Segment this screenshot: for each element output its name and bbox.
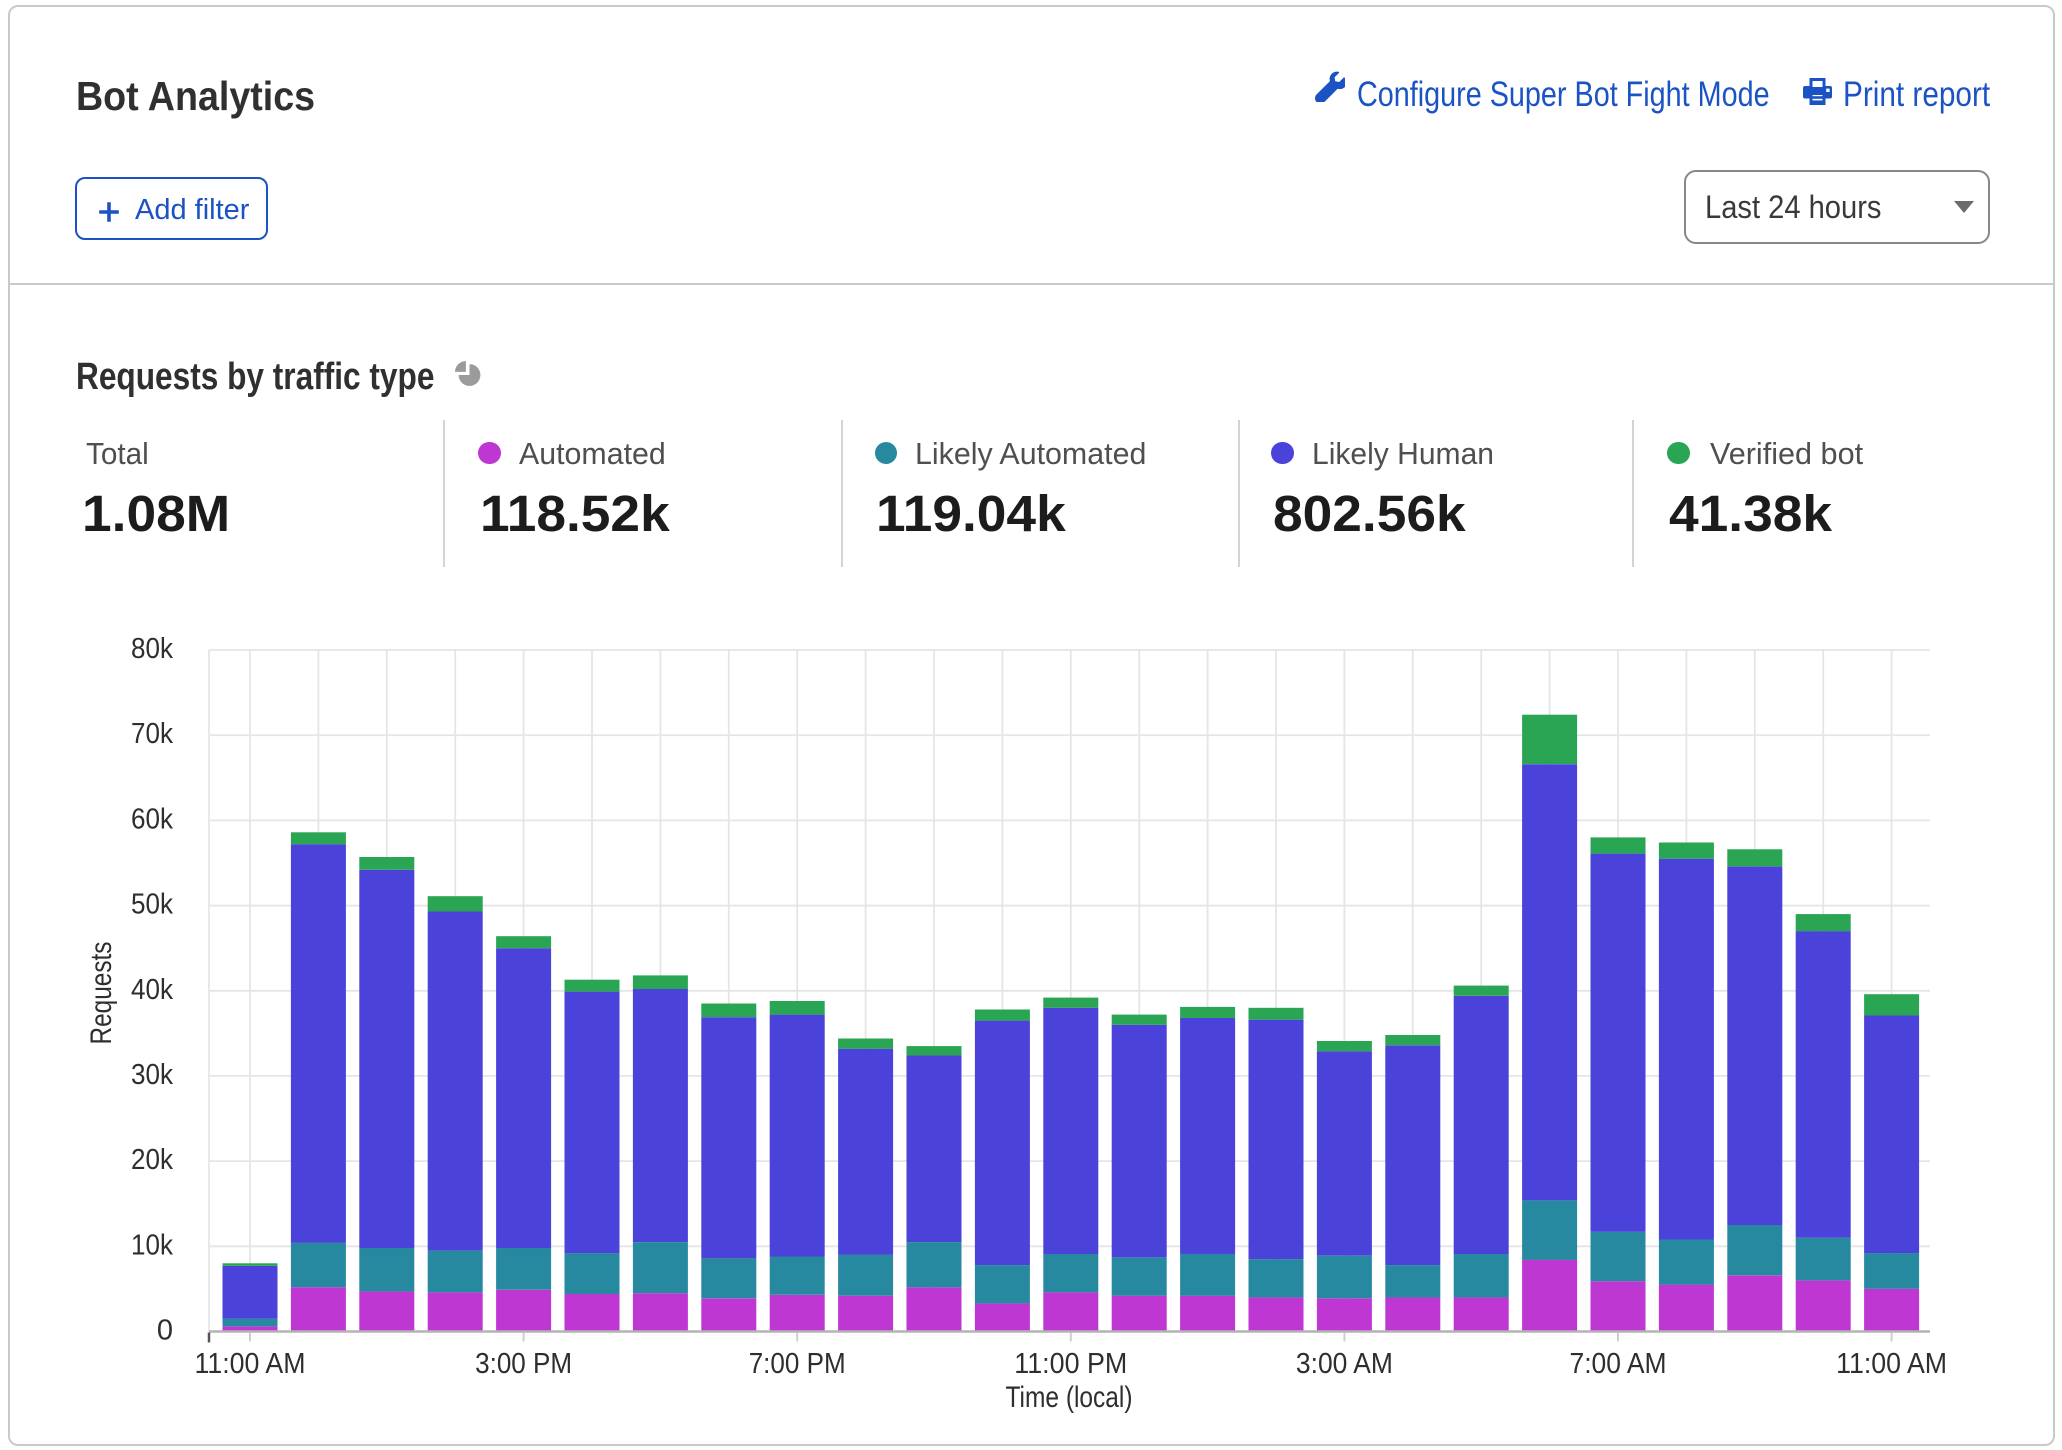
svg-text:0: 0 bbox=[157, 1315, 173, 1347]
svg-text:40k: 40k bbox=[131, 974, 173, 1006]
svg-text:3:00 PM: 3:00 PM bbox=[475, 1348, 572, 1380]
svg-text:80k: 80k bbox=[131, 633, 173, 665]
svg-text:7:00 PM: 7:00 PM bbox=[749, 1348, 846, 1380]
svg-text:11:00 AM: 11:00 AM bbox=[1836, 1348, 1947, 1380]
svg-text:11:00 PM: 11:00 PM bbox=[1014, 1348, 1127, 1380]
svg-text:Requests: Requests bbox=[85, 942, 118, 1045]
svg-text:60k: 60k bbox=[131, 803, 173, 835]
svg-text:50k: 50k bbox=[131, 889, 173, 921]
svg-text:20k: 20k bbox=[131, 1144, 173, 1176]
svg-text:7:00 AM: 7:00 AM bbox=[1570, 1348, 1667, 1380]
svg-text:11:00 AM: 11:00 AM bbox=[195, 1348, 306, 1380]
svg-text:30k: 30k bbox=[131, 1059, 173, 1091]
svg-text:Time (local): Time (local) bbox=[1006, 1381, 1133, 1414]
svg-text:10k: 10k bbox=[131, 1229, 173, 1261]
svg-text:70k: 70k bbox=[131, 718, 173, 750]
svg-text:3:00 AM: 3:00 AM bbox=[1296, 1348, 1393, 1380]
